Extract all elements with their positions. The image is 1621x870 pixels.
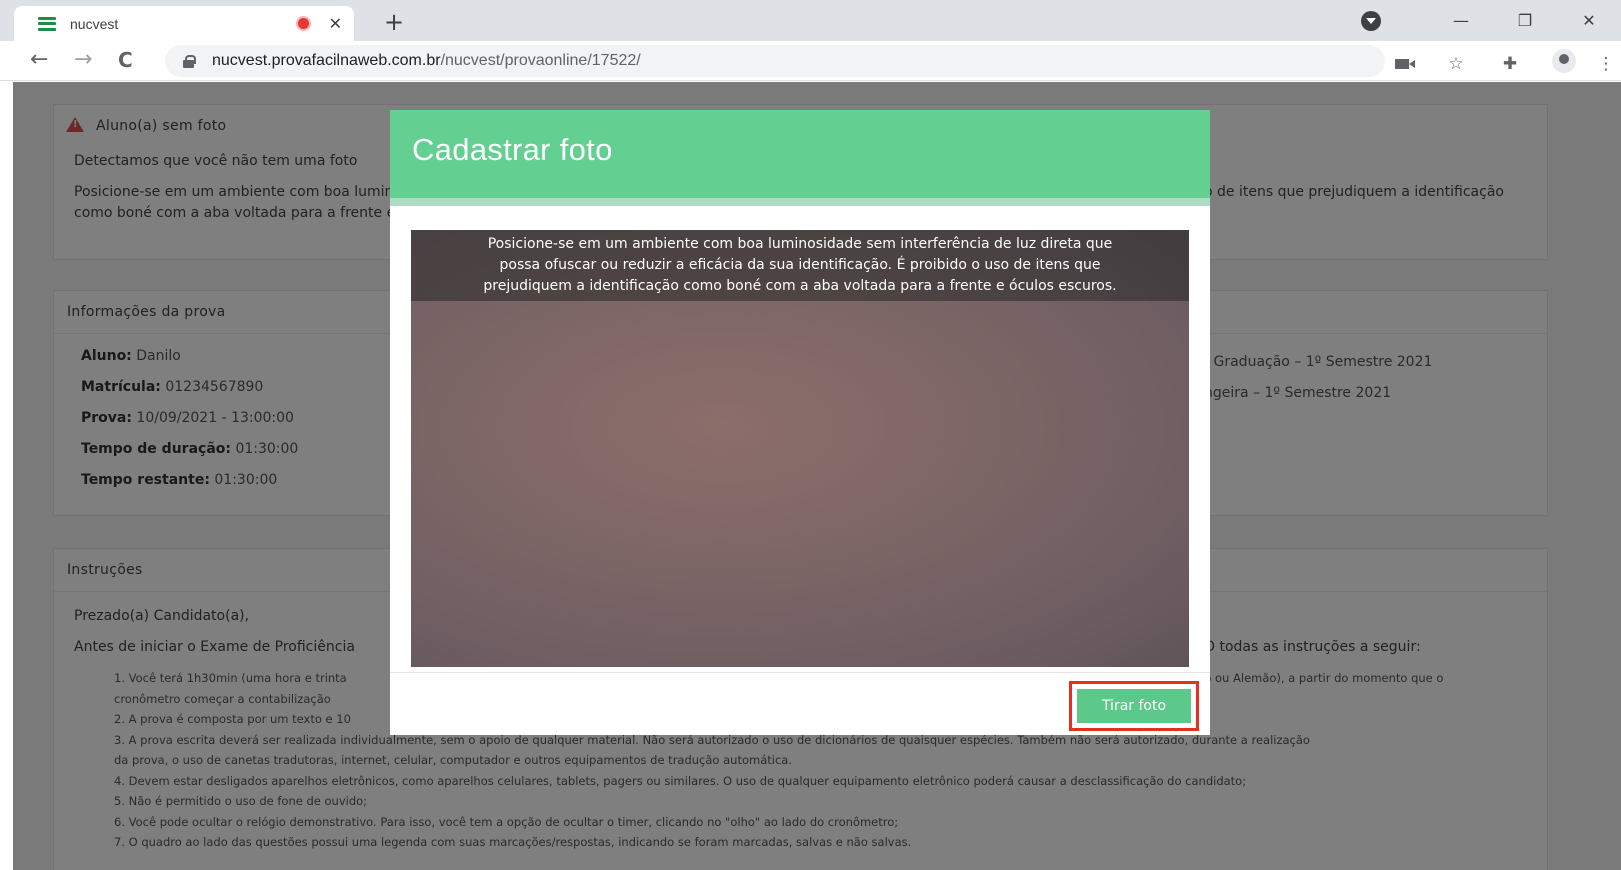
bookmark-star-icon[interactable]: ☆ <box>1429 54 1483 74</box>
highlight-box: Tirar foto <box>1069 681 1199 731</box>
modal-footer: Tirar foto <box>390 672 1210 735</box>
lock-icon[interactable] <box>183 54 196 68</box>
forward-button[interactable]: → <box>74 47 92 72</box>
browser-tabstrip: nucvest ✕ + — ❐ ✕ <box>0 0 1621 41</box>
tab-title: nucvest <box>70 15 119 32</box>
camera-indicator[interactable] <box>1375 54 1429 74</box>
modal-title: Cadastrar foto <box>412 132 613 167</box>
list-favicon-icon <box>38 16 56 31</box>
caption-line-1: Posicione-se em um ambiente com boa lumi… <box>487 236 1113 252</box>
camera-icon <box>1395 58 1415 69</box>
photo-modal: Cadastrar foto Posicione-se em um ambien… <box>390 110 1210 735</box>
url-host: nucvest.provafacilnaweb.com.br <box>212 52 441 69</box>
reload-button[interactable]: C <box>118 48 133 72</box>
modal-header: Cadastrar foto <box>390 110 1210 198</box>
url-text: nucvest.provafacilnaweb.com.br/nucvest/p… <box>212 52 641 70</box>
menu-icon[interactable]: ⋮ <box>1591 54 1621 74</box>
new-tab-button[interactable]: + <box>384 8 404 36</box>
caption-line-3: prejudiquem a identificação como boné co… <box>483 278 1117 294</box>
browser-toolbar: ← → C nucvest.provafacilnaweb.com.br/nuc… <box>0 41 1621 81</box>
recording-indicator-icon <box>295 16 311 31</box>
webcam-preview: Posicione-se em um ambiente com boa lumi… <box>411 230 1189 667</box>
browser-tab[interactable]: nucvest ✕ <box>14 6 354 41</box>
address-bar[interactable]: nucvest.provafacilnaweb.com.br/nucvest/p… <box>165 45 1385 77</box>
webcam-caption: Posicione-se em um ambiente com boa lumi… <box>411 230 1189 301</box>
avatar-icon <box>1552 49 1576 73</box>
url-path: /nucvest/provaonline/17522/ <box>440 52 641 69</box>
restore-button[interactable]: ❐ <box>1493 11 1557 30</box>
back-button[interactable]: ← <box>30 47 48 72</box>
caption-line-2: possa ofuscar ou reduzir a eficácia da s… <box>499 257 1101 273</box>
profile-dropdown-icon[interactable] <box>1361 10 1381 31</box>
modal-header-divider <box>390 198 1210 206</box>
tab-close-icon[interactable]: ✕ <box>329 14 342 33</box>
extensions-icon[interactable]: ✚ <box>1483 54 1537 74</box>
profile-button[interactable] <box>1537 49 1591 78</box>
close-window-button[interactable]: ✕ <box>1557 11 1621 30</box>
window-controls: — ❐ ✕ <box>1361 0 1621 41</box>
minimize-button[interactable]: — <box>1429 11 1493 30</box>
toolbar-icons: ☆ ✚ ⋮ <box>1375 49 1621 78</box>
take-photo-button[interactable]: Tirar foto <box>1077 689 1191 723</box>
